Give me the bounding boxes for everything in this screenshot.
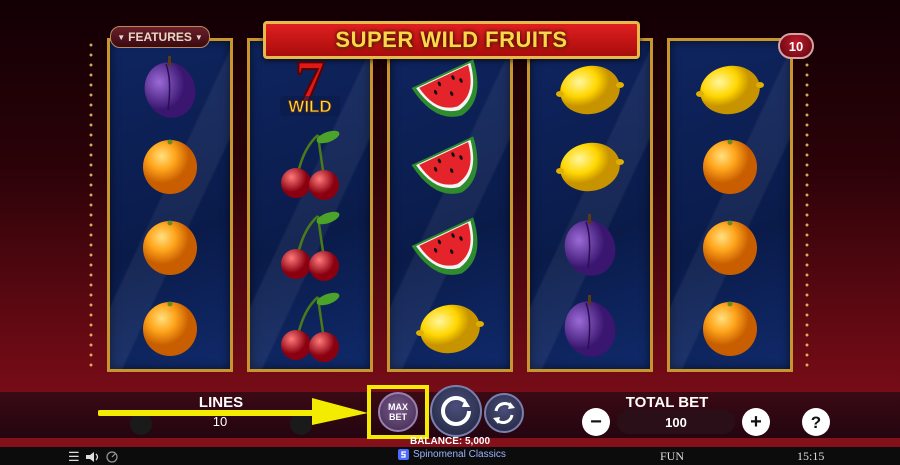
menu-icon[interactable]: ☰ (68, 449, 80, 465)
symbol-plum (564, 214, 616, 276)
total-bet-label: TOTAL BET (625, 394, 709, 411)
max-bet-label-line1: MAX (388, 402, 408, 412)
marquee-lights-left (88, 40, 94, 367)
symbol-lemon (556, 142, 624, 192)
caret-down-icon: ▼ (194, 32, 203, 42)
turbo-icon[interactable] (106, 451, 118, 463)
symbol-orange (143, 301, 197, 356)
symbol-watermelon (411, 217, 478, 275)
symbol-lemon (696, 65, 764, 115)
symbol-orange (143, 220, 197, 275)
symbol-cherries (281, 292, 340, 362)
spin-icon (441, 396, 471, 426)
symbol-orange (703, 139, 757, 194)
game-mode: FUN (660, 449, 685, 463)
spin-button[interactable] (430, 385, 482, 437)
symbol-lemon (556, 65, 624, 115)
paylines-badge[interactable]: 10 (778, 33, 814, 59)
symbol-cherries (281, 130, 340, 200)
features-button[interactable]: ▼ FEATURES ▼ (110, 26, 210, 48)
max-bet-label-line2: BET (389, 412, 407, 422)
total-bet-value: 100 (617, 410, 735, 434)
features-label: FEATURES (128, 30, 192, 44)
max-bet-button[interactable]: MAX BET (378, 392, 418, 432)
wild-label: WILD (288, 97, 331, 116)
sound-icon[interactable] (85, 451, 101, 463)
status-bar: ☰ Spinomenal Classics FUN 15:15 (0, 447, 900, 465)
symbol-orange (703, 220, 757, 275)
spinomenal-logo-icon (398, 449, 409, 460)
symbol-watermelon (411, 59, 478, 117)
balance-text: BALANCE: 5,000 (409, 436, 491, 447)
clock: 15:15 (797, 449, 825, 463)
symbol-orange (143, 139, 197, 194)
pointer-arrow-annotation (98, 398, 368, 425)
symbol-cherries (281, 211, 340, 281)
symbol-lemon (416, 304, 484, 354)
symbol-watermelon (411, 136, 478, 194)
symbol-plum (144, 56, 196, 118)
symbol-wild-seven: 7WILD (280, 50, 340, 116)
autoplay-icon (493, 402, 515, 424)
brand-name: Spinomenal Classics (413, 449, 506, 460)
help-button[interactable]: ? (802, 408, 830, 436)
symbol-plum (564, 295, 616, 357)
bet-increase-button[interactable]: + (742, 408, 770, 436)
symbol-orange (703, 301, 757, 356)
bet-decrease-button[interactable]: − (582, 408, 610, 436)
marquee-lights-right (804, 40, 810, 367)
autoplay-button[interactable] (484, 393, 524, 433)
caret-down-icon: ▼ (117, 32, 126, 42)
